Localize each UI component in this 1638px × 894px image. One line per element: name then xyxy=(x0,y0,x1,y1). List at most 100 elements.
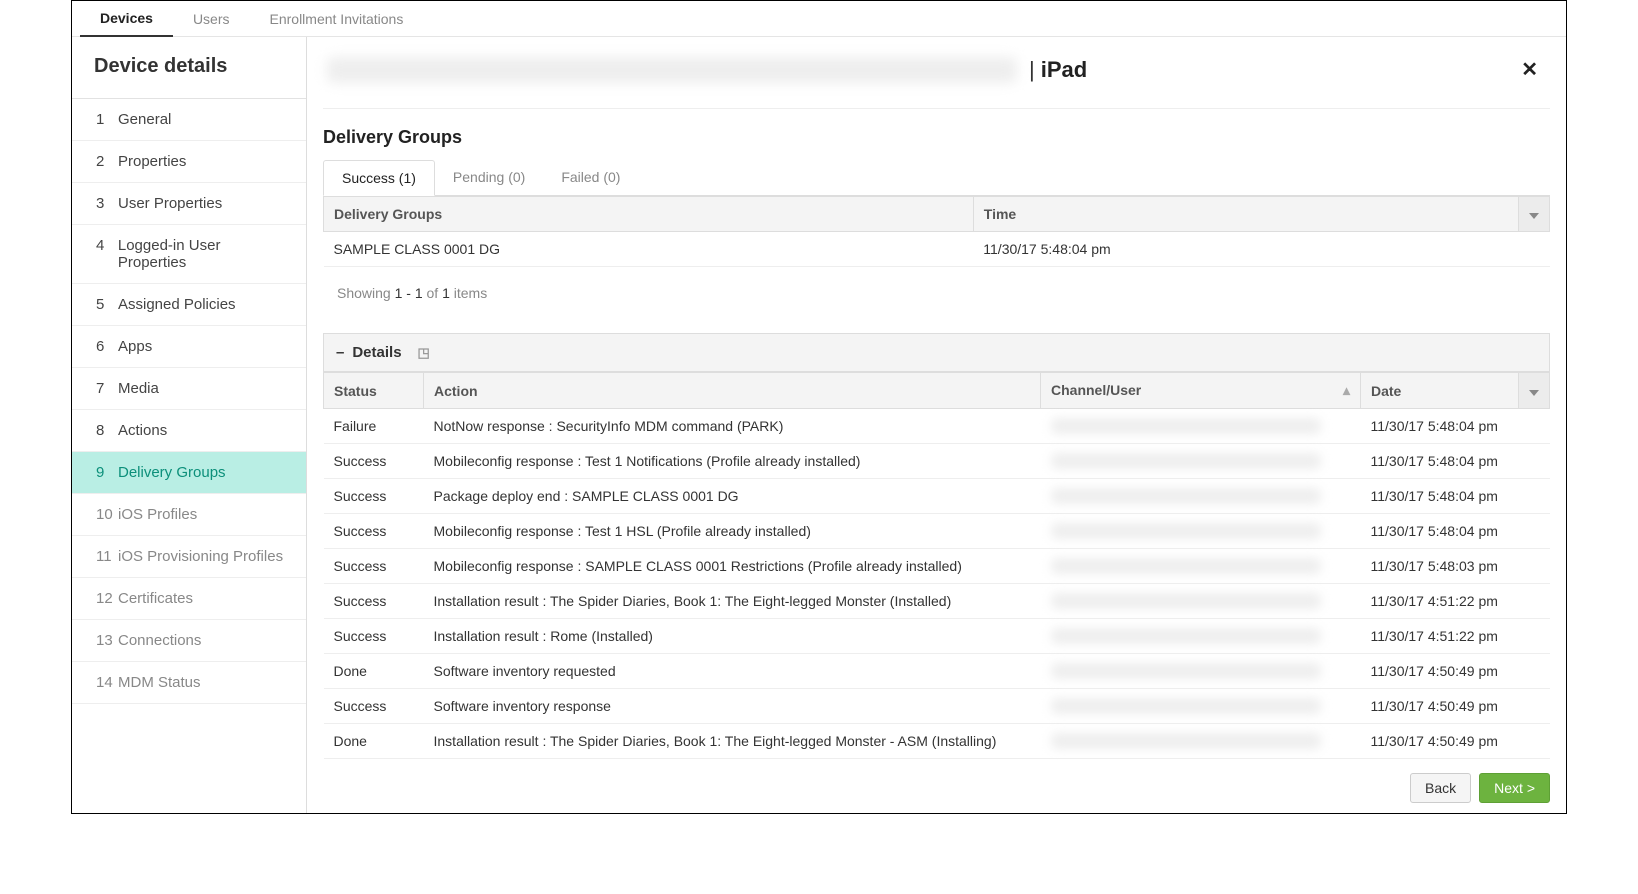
col-delivery-groups[interactable]: Delivery Groups xyxy=(324,197,974,232)
cell-channel-user xyxy=(1041,724,1361,759)
close-icon[interactable]: ✕ xyxy=(1513,53,1546,86)
cell-status: Success xyxy=(324,479,424,514)
nav-num: 1 xyxy=(96,111,118,128)
device-identity-redacted xyxy=(327,57,1017,83)
nav-label: Logged-in User Properties xyxy=(118,237,292,271)
nav-label: iOS Provisioning Profiles xyxy=(118,548,283,565)
delivery-group-status-tabs: Success (1) Pending (0) Failed (0) xyxy=(323,160,1550,196)
channel-user-redacted xyxy=(1051,663,1321,679)
cell-channel-user xyxy=(1041,479,1361,514)
cell-action: Installation result : Rome (Installed) xyxy=(424,619,1041,654)
channel-user-redacted xyxy=(1051,523,1321,539)
sidebar-item-mdm-status[interactable]: 14MDM Status xyxy=(72,662,306,704)
sidebar-item-assigned-policies[interactable]: 5Assigned Policies xyxy=(72,284,306,326)
nav-num: 10 xyxy=(96,506,118,523)
details-collapse-toggle[interactable]: – xyxy=(336,344,344,361)
cell-action: Mobileconfig response : Test 1 Notificat… xyxy=(424,444,1041,479)
nav-num: 11 xyxy=(96,548,118,565)
cell-date: 11/30/17 4:50:49 pm xyxy=(1361,724,1550,759)
sidebar-item-user-properties[interactable]: 3User Properties xyxy=(72,183,306,225)
col-channel-user[interactable]: Channel/User▴ xyxy=(1041,373,1361,409)
device-header: | iPad ✕ xyxy=(323,37,1550,109)
col-time[interactable]: Time xyxy=(973,197,1518,232)
sidebar-item-logged-in-user-properties[interactable]: 4Logged-in User Properties xyxy=(72,225,306,284)
cell-action: NotNow response : SecurityInfo MDM comma… xyxy=(424,409,1041,444)
cell-date: 11/30/17 5:48:04 pm xyxy=(1361,409,1550,444)
nav-label: Assigned Policies xyxy=(118,296,236,313)
sidebar-item-connections[interactable]: 13Connections xyxy=(72,620,306,662)
section-title: Delivery Groups xyxy=(323,127,1550,148)
back-button[interactable]: Back xyxy=(1410,773,1471,803)
tab-pending[interactable]: Pending (0) xyxy=(435,160,543,196)
sidebar-item-delivery-groups[interactable]: 9Delivery Groups xyxy=(72,452,306,494)
nav-label: Delivery Groups xyxy=(118,464,226,481)
header-divider: | xyxy=(1017,57,1041,83)
cell-status: Done xyxy=(324,724,424,759)
col-status[interactable]: Status xyxy=(324,373,424,409)
tab-devices[interactable]: Devices xyxy=(80,2,173,37)
cell-dg-time: 11/30/17 5:48:04 pm xyxy=(973,232,1549,267)
channel-user-redacted xyxy=(1051,733,1321,749)
cell-action: Software inventory response xyxy=(424,689,1041,724)
pager-text: Showing 1 - 1 of 1 items xyxy=(323,267,1550,305)
sidebar-item-apps[interactable]: 6Apps xyxy=(72,326,306,368)
cell-channel-user xyxy=(1041,409,1361,444)
cell-action: Package deploy end : SAMPLE CLASS 0001 D… xyxy=(424,479,1041,514)
col-expand[interactable] xyxy=(1519,373,1550,409)
channel-user-redacted xyxy=(1051,453,1321,469)
sort-asc-icon: ▴ xyxy=(1343,382,1350,399)
device-type: iPad xyxy=(1041,57,1087,83)
sidebar-item-ios-profiles[interactable]: 10iOS Profiles xyxy=(72,494,306,536)
table-row[interactable]: SuccessMobileconfig response : Test 1 HS… xyxy=(324,514,1550,549)
nav-num: 9 xyxy=(96,464,118,481)
sidebar-item-ios-provisioning-profiles[interactable]: 11iOS Provisioning Profiles xyxy=(72,536,306,578)
tab-failed[interactable]: Failed (0) xyxy=(543,160,638,196)
details-table: Status Action Channel/User▴ Date Failure… xyxy=(323,372,1550,759)
channel-user-redacted xyxy=(1051,558,1321,574)
cell-channel-user xyxy=(1041,619,1361,654)
chevron-down-icon xyxy=(1529,213,1539,219)
cell-channel-user xyxy=(1041,444,1361,479)
nav-label: iOS Profiles xyxy=(118,506,197,523)
nav-label: General xyxy=(118,111,171,128)
col-action[interactable]: Action xyxy=(424,373,1041,409)
cell-status: Success xyxy=(324,689,424,724)
channel-user-redacted xyxy=(1051,628,1321,644)
tab-users[interactable]: Users xyxy=(173,3,250,36)
nav-num: 5 xyxy=(96,296,118,313)
table-row[interactable]: SuccessSoftware inventory response11/30/… xyxy=(324,689,1550,724)
col-date[interactable]: Date xyxy=(1361,373,1519,409)
cell-dg-name: SAMPLE CLASS 0001 DG xyxy=(324,232,974,267)
tab-success[interactable]: Success (1) xyxy=(323,160,435,196)
table-row[interactable]: SuccessPackage deploy end : SAMPLE CLASS… xyxy=(324,479,1550,514)
col-expand[interactable] xyxy=(1519,197,1550,232)
table-row[interactable]: SuccessMobileconfig response : Test 1 No… xyxy=(324,444,1550,479)
sidebar-heading: Device details xyxy=(72,37,306,99)
nav-num: 13 xyxy=(96,632,118,649)
table-row[interactable]: DoneInstallation result : The Spider Dia… xyxy=(324,724,1550,759)
nav-num: 8 xyxy=(96,422,118,439)
nav-num: 14 xyxy=(96,674,118,691)
table-row[interactable]: SAMPLE CLASS 0001 DG11/30/17 5:48:04 pm xyxy=(324,232,1550,267)
details-panel-header[interactable]: – Details ◳ xyxy=(323,333,1550,372)
nav-num: 7 xyxy=(96,380,118,397)
sidebar-item-general[interactable]: 1General xyxy=(72,99,306,141)
table-row[interactable]: DoneSoftware inventory requested11/30/17… xyxy=(324,654,1550,689)
nav-label: Connections xyxy=(118,632,201,649)
nav-num: 4 xyxy=(96,237,118,254)
table-row[interactable]: SuccessMobileconfig response : SAMPLE CL… xyxy=(324,549,1550,584)
sidebar-item-certificates[interactable]: 12Certificates xyxy=(72,578,306,620)
table-row[interactable]: SuccessInstallation result : The Spider … xyxy=(324,584,1550,619)
nav-num: 12 xyxy=(96,590,118,607)
table-row[interactable]: SuccessInstallation result : Rome (Insta… xyxy=(324,619,1550,654)
sidebar-item-media[interactable]: 7Media xyxy=(72,368,306,410)
cell-date: 11/30/17 5:48:04 pm xyxy=(1361,514,1550,549)
sidebar-item-actions[interactable]: 8Actions xyxy=(72,410,306,452)
next-button[interactable]: Next > xyxy=(1479,773,1550,803)
tab-enrollment-invitations[interactable]: Enrollment Invitations xyxy=(250,3,424,36)
cell-status: Success xyxy=(324,514,424,549)
popout-icon[interactable]: ◳ xyxy=(418,345,430,361)
table-row[interactable]: FailureNotNow response : SecurityInfo MD… xyxy=(324,409,1550,444)
sidebar-item-properties[interactable]: 2Properties xyxy=(72,141,306,183)
nav-label: Certificates xyxy=(118,590,193,607)
